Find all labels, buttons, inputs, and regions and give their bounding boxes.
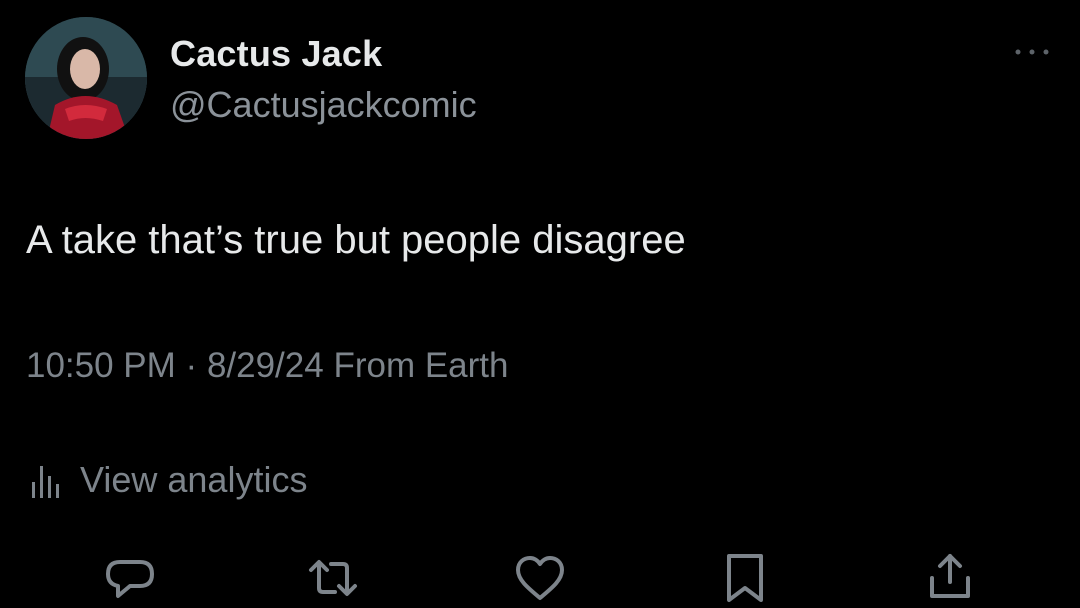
tweet-text: A take that’s true but people disagree (26, 218, 686, 262)
share-button[interactable] (920, 548, 980, 608)
display-name[interactable]: Cactus Jack (170, 33, 382, 75)
view-analytics-label: View analytics (80, 459, 308, 500)
like-button[interactable] (510, 548, 570, 608)
share-icon (930, 554, 970, 598)
retweet-button[interactable] (303, 548, 363, 608)
tweet-time[interactable]: 10:50 PM (26, 346, 176, 385)
tweet-metadata: 10:50 PM · 8/29/24 From Earth (26, 346, 509, 386)
bookmark-button[interactable] (715, 548, 775, 608)
avatar-image (25, 17, 147, 139)
reply-button[interactable] (100, 548, 160, 608)
retweet-icon (309, 560, 357, 596)
view-analytics-link[interactable]: View analytics (26, 458, 307, 502)
more-horizontal-icon (1015, 49, 1049, 55)
user-handle[interactable]: @Cactusjackcomic (170, 84, 477, 126)
heart-icon (516, 556, 564, 600)
avatar[interactable] (25, 17, 147, 139)
reply-icon (106, 560, 154, 598)
bar-chart-icon (32, 466, 59, 498)
more-options-button[interactable] (1008, 28, 1056, 76)
bookmark-icon (727, 554, 763, 602)
meta-separator: · (185, 346, 198, 385)
tweet-date[interactable]: 8/29/24 (207, 346, 324, 385)
tweet-source: From Earth (333, 346, 509, 385)
